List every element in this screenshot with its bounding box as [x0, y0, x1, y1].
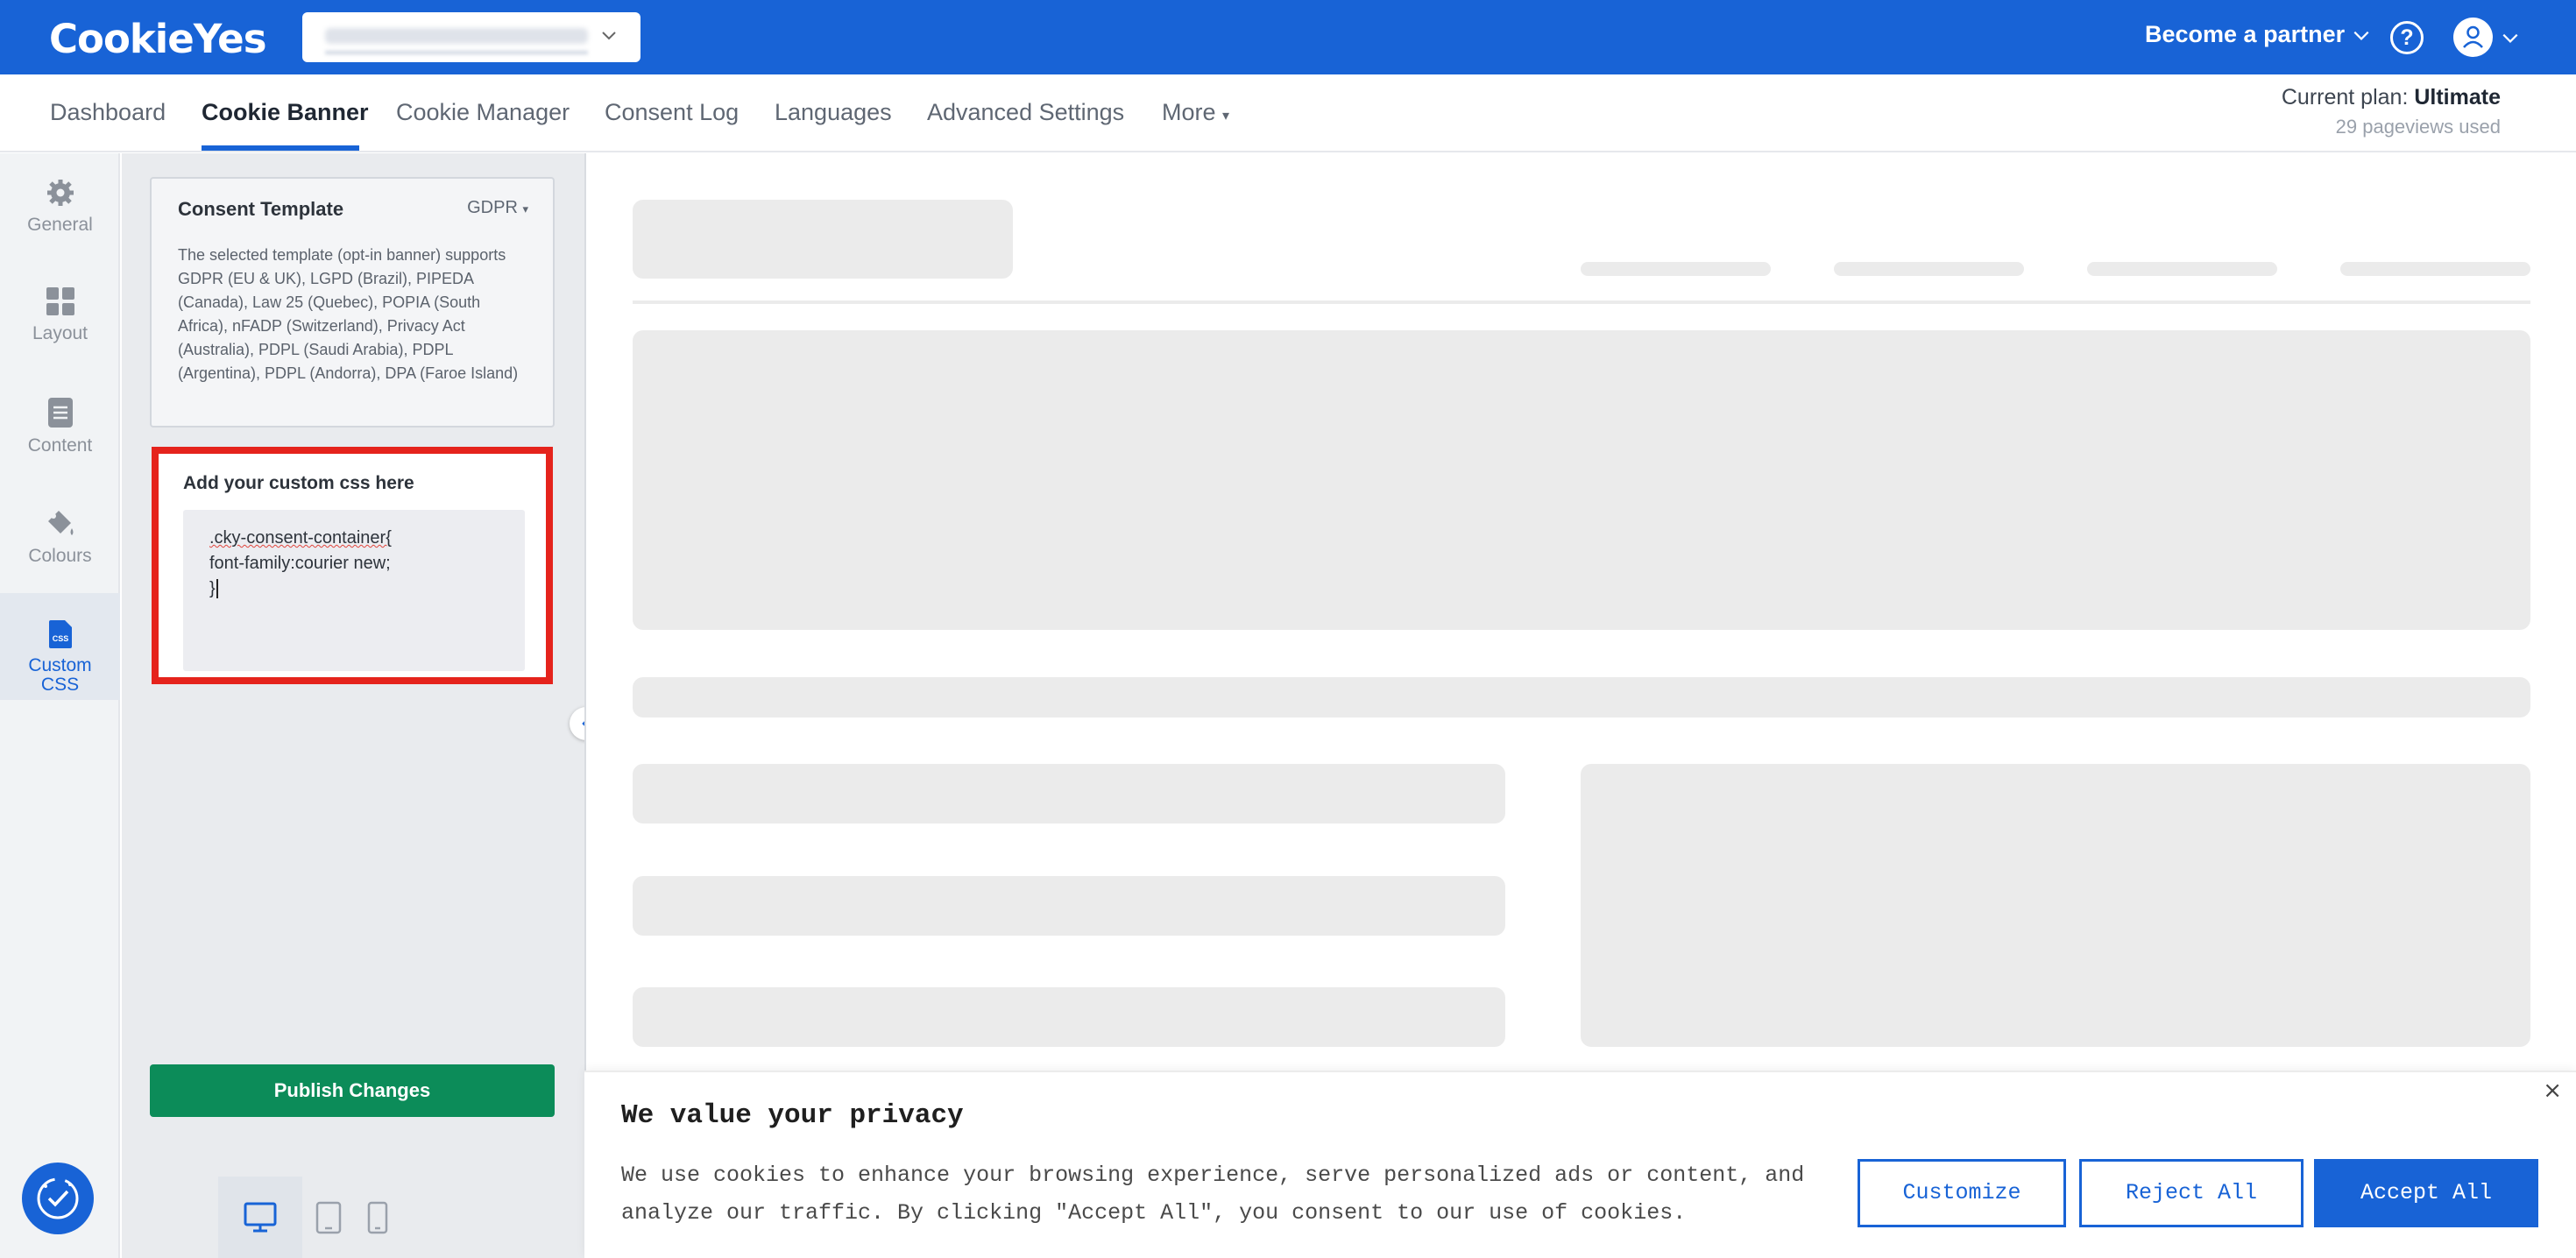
top-bar: CookieYes Become a partner ?	[0, 0, 2576, 74]
pageview-usage: 29 pageviews used	[2335, 116, 2501, 138]
banner-description: We use cookies to enhance your browsing …	[621, 1163, 1805, 1226]
caret-down-icon: ▾	[1222, 109, 1230, 124]
skeleton-card	[1581, 764, 2530, 1047]
skeleton-nav-link	[2340, 262, 2530, 276]
settings-rail: General Layout Content Colours CSS Custo…	[0, 153, 120, 1258]
consent-template-title: Consent Template	[178, 198, 344, 220]
cookie-consent-banner: We value your privacy × We use cookies t…	[584, 1071, 2576, 1258]
skeleton-nav-link	[2087, 262, 2277, 276]
nav-dashboard[interactable]: Dashboard	[50, 99, 166, 126]
document-icon	[47, 398, 73, 428]
user-icon	[2463, 25, 2483, 48]
desktop-icon	[244, 1202, 277, 1232]
nav-cookie-banner[interactable]: Cookie Banner	[202, 99, 369, 126]
custom-css-section: Add your custom css here .cky-consent-co…	[152, 447, 553, 684]
rail-item-general[interactable]: General	[0, 178, 120, 265]
main-nav: Dashboard Cookie Banner Cookie Manager C…	[0, 74, 2576, 152]
user-avatar[interactable]	[2453, 18, 2493, 57]
customize-button[interactable]: Customize	[1858, 1159, 2066, 1227]
cookieyes-logo[interactable]: CookieYes	[49, 16, 266, 62]
revisit-consent-button[interactable]	[22, 1163, 94, 1234]
rail-item-layout[interactable]: Layout	[0, 286, 120, 374]
template-description: The selected template (opt-in banner) su…	[178, 246, 519, 382]
site-selector[interactable]	[302, 12, 640, 62]
become-partner-menu[interactable]: Become a partner	[2145, 21, 2371, 48]
reject-all-button[interactable]: Reject All	[2079, 1159, 2304, 1227]
skeleton-divider	[633, 300, 2530, 304]
device-desktop-button[interactable]	[218, 1177, 302, 1258]
skeleton-logo	[633, 200, 1013, 279]
skeleton-bar	[633, 677, 2530, 717]
paint-bucket-icon	[47, 511, 73, 535]
plan-name: Ultimate	[2414, 85, 2501, 110]
help-icon[interactable]: ?	[2390, 21, 2424, 54]
caret-down-icon: ▾	[522, 202, 528, 216]
custom-css-editor[interactable]: .cky-consent-container{ font-family:cour…	[183, 510, 525, 671]
active-tab-indicator	[202, 145, 359, 151]
device-mobile-button[interactable]	[355, 1177, 400, 1258]
nav-more[interactable]: More ▾	[1162, 99, 1229, 126]
rail-item-colours[interactable]: Colours	[0, 507, 120, 595]
css-file-icon: CSS	[48, 620, 72, 648]
banner-title: We value your privacy	[621, 1100, 964, 1131]
skeleton-nav-link	[1834, 262, 2024, 276]
rail-item-custom-css[interactable]: CSS Custom CSS	[0, 593, 120, 700]
chevron-down-icon[interactable]	[2501, 28, 2520, 47]
device-preview-toggle	[218, 1177, 400, 1258]
consent-template-card: Consent Template GDPR ▾ The selected tem…	[150, 177, 555, 428]
nav-advanced-settings[interactable]: Advanced Settings	[927, 99, 1124, 126]
close-icon[interactable]: ×	[2543, 1078, 2562, 1104]
skeleton-row	[633, 876, 1505, 936]
svg-text:CSS: CSS	[52, 634, 68, 643]
become-partner-label: Become a partner	[2145, 21, 2346, 47]
chevron-down-icon	[602, 32, 616, 40]
device-tablet-button[interactable]	[302, 1177, 355, 1258]
consent-check-icon	[37, 1177, 79, 1219]
publish-changes-button[interactable]: Publish Changes	[150, 1064, 555, 1117]
grid-icon	[46, 287, 74, 315]
nav-cookie-manager[interactable]: Cookie Manager	[396, 99, 570, 126]
chevron-down-icon	[2353, 31, 2369, 40]
nav-consent-log[interactable]: Consent Log	[605, 99, 739, 126]
tablet-icon	[315, 1201, 342, 1233]
nav-languages[interactable]: Languages	[775, 99, 892, 126]
site-url-redacted	[325, 28, 588, 44]
skeleton-row	[633, 987, 1505, 1047]
gear-icon	[46, 180, 74, 206]
mobile-icon	[367, 1201, 388, 1233]
text-cursor	[216, 579, 218, 598]
accept-all-button[interactable]: Accept All	[2314, 1159, 2538, 1227]
skeleton-row	[633, 764, 1505, 823]
custom-css-label: Add your custom css here	[183, 473, 414, 493]
skeleton-nav-link	[1581, 262, 1771, 276]
rail-item-content[interactable]: Content	[0, 397, 120, 484]
skeleton-hero	[633, 330, 2530, 630]
settings-panel: Consent Template GDPR ▾ The selected tem…	[122, 153, 584, 1258]
template-select[interactable]: GDPR ▾	[467, 198, 528, 218]
plan-info: Current plan: Ultimate 29 pageviews used	[2281, 85, 2501, 138]
